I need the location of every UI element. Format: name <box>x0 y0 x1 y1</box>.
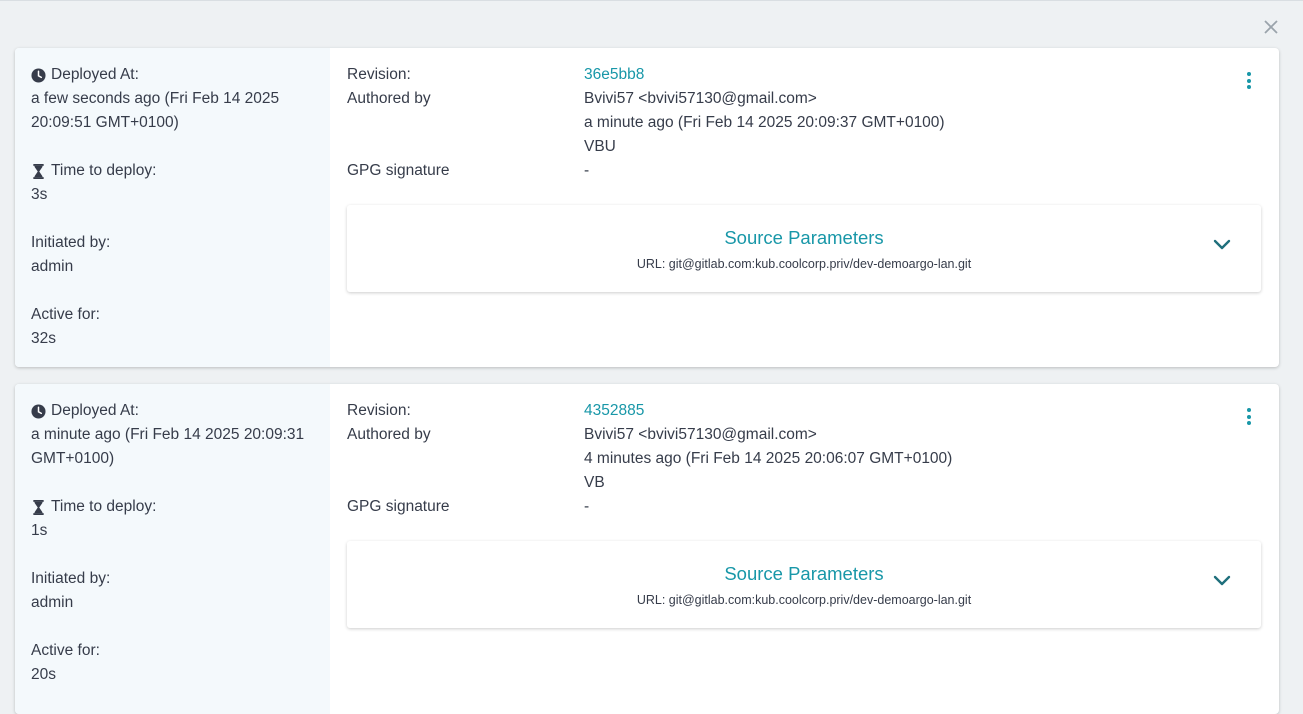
gpg-signature-label: GPG signature <box>347 498 450 515</box>
active-for-block: Active for: 32s <box>31 303 321 351</box>
deployed-at-block: Deployed At: a few seconds ago (Fri Feb … <box>31 63 321 135</box>
time-to-deploy-block: Time to deploy: 3s <box>31 159 321 207</box>
revision-link[interactable]: 36e5bb8 <box>584 63 644 87</box>
active-for-label: Active for: <box>31 642 100 659</box>
deployment-card: Deployed At: a few seconds ago (Fri Feb … <box>15 48 1279 367</box>
active-for-value: 32s <box>31 330 56 347</box>
deployed-at-label: Deployed At: <box>51 402 139 419</box>
time-to-deploy-value: 3s <box>31 186 48 203</box>
deployed-at-block: Deployed At: a minute ago (Fri Feb 14 20… <box>31 399 321 471</box>
deployed-at-value-line1: a minute ago (Fri Feb 14 2025 20:09:31 <box>31 426 305 443</box>
hourglass-icon <box>31 499 46 515</box>
source-parameters-panel[interactable]: Source Parameters URL: git@gitlab.com:ku… <box>347 541 1261 628</box>
authored-by-label: Authored by <box>347 90 431 107</box>
deployment-summary-panel: Deployed At: a minute ago (Fri Feb 14 20… <box>15 384 330 714</box>
source-url: URL: git@gitlab.com:kub.coolcorp.priv/de… <box>636 257 972 271</box>
active-for-value: 20s <box>31 666 56 683</box>
clock-icon <box>31 67 46 83</box>
time-to-deploy-value: 1s <box>31 522 48 539</box>
deployed-at-label: Deployed At: <box>51 66 139 83</box>
deployed-at-value-line1: a few seconds ago (Fri Feb 14 2025 <box>31 90 280 107</box>
source-parameters-panel[interactable]: Source Parameters URL: git@gitlab.com:ku… <box>347 205 1261 292</box>
initiated-by-label: Initiated by: <box>31 234 111 251</box>
gpg-signature-value: - <box>584 498 590 515</box>
hourglass-icon <box>31 163 46 179</box>
close-icon[interactable] <box>1262 18 1280 36</box>
deployment-card: Deployed At: a minute ago (Fri Feb 14 20… <box>15 384 1279 714</box>
author-value: Bvivi57 <bvivi57130@gmail.com> <box>584 90 817 107</box>
revision-label: Revision: <box>347 66 411 83</box>
active-for-label: Active for: <box>31 306 100 323</box>
revision-label: Revision: <box>347 402 411 419</box>
chevron-down-icon[interactable] <box>1213 239 1231 251</box>
time-to-deploy-label: Time to deploy: <box>51 498 157 515</box>
authored-by-label: Authored by <box>347 426 431 443</box>
commit-message-value: VBU <box>584 138 616 155</box>
initiated-by-value: admin <box>31 258 74 275</box>
active-for-block: Active for: 20s <box>31 639 321 687</box>
revision-details-panel: Revision: 36e5bb8 Authored by Bvivi57 <b… <box>347 48 1279 367</box>
time-to-deploy-block: Time to deploy: 1s <box>31 495 321 543</box>
more-options-icon[interactable] <box>1244 72 1254 92</box>
deployment-summary-panel: Deployed At: a few seconds ago (Fri Feb … <box>15 48 330 367</box>
deployed-at-value-line2: GMT+0100) <box>31 450 115 467</box>
author-value: Bvivi57 <bvivi57130@gmail.com> <box>584 426 817 443</box>
top-divider <box>0 0 1303 1</box>
commit-message-value: VB <box>584 474 605 491</box>
revision-details-panel: Revision: 4352885 Authored by Bvivi57 <b… <box>347 384 1279 714</box>
chevron-down-icon[interactable] <box>1213 575 1231 587</box>
initiated-by-block: Initiated by: admin <box>31 231 321 279</box>
source-parameters-title: Source Parameters <box>724 227 884 248</box>
initiated-by-value: admin <box>31 594 74 611</box>
initiated-by-label: Initiated by: <box>31 570 111 587</box>
authored-time-value: 4 minutes ago (Fri Feb 14 2025 20:06:07 … <box>584 450 953 467</box>
source-url: URL: git@gitlab.com:kub.coolcorp.priv/de… <box>636 593 972 607</box>
more-options-icon[interactable] <box>1244 408 1254 428</box>
revision-link[interactable]: 4352885 <box>584 399 644 423</box>
gpg-signature-label: GPG signature <box>347 162 450 179</box>
source-parameters-title: Source Parameters <box>724 563 884 584</box>
clock-icon <box>31 403 46 419</box>
initiated-by-block: Initiated by: admin <box>31 567 321 615</box>
gpg-signature-value: - <box>584 162 590 179</box>
deployed-at-value-line2: 20:09:51 GMT+0100) <box>31 114 179 131</box>
time-to-deploy-label: Time to deploy: <box>51 162 157 179</box>
authored-time-value: a minute ago (Fri Feb 14 2025 20:09:37 G… <box>584 114 945 131</box>
